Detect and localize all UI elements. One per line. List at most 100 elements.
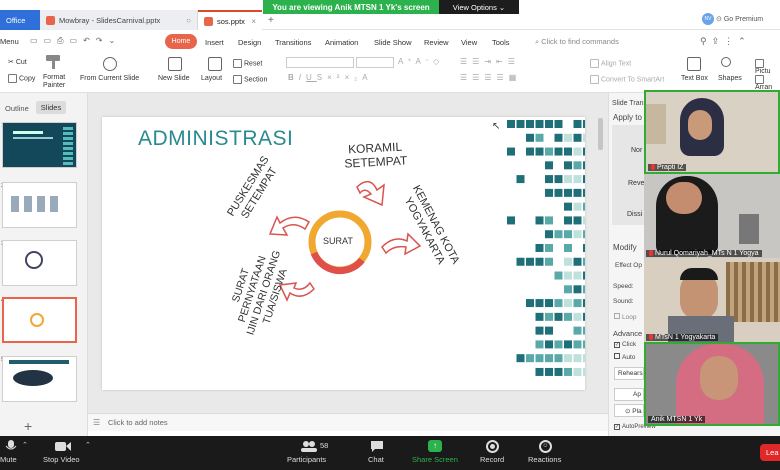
rehearse-button[interactable]: Rehears (614, 367, 644, 380)
pattern-square (545, 175, 553, 184)
slide-thumbnail-5[interactable] (2, 356, 77, 402)
tab-transitions[interactable]: Transitions (275, 38, 311, 47)
stop-video-button[interactable]: Stop Video (43, 455, 80, 464)
record-icon[interactable] (486, 440, 499, 453)
avatar[interactable]: NV (702, 13, 714, 25)
tab-design[interactable]: Design (238, 38, 261, 47)
pattern-square (535, 367, 544, 376)
cut-button[interactable]: ✂ Cut (8, 58, 27, 66)
participants-icon[interactable] (301, 440, 317, 452)
chevron-up-icon[interactable]: ⌃ (22, 441, 28, 449)
current-slide[interactable]: ADMINISTRASI SURAT KORAMIL SETEMPAT PUSKE… (102, 117, 585, 390)
section-button[interactable]: Section (233, 75, 267, 84)
share-screen-icon[interactable]: ↑ (428, 440, 442, 452)
tab-animation[interactable]: Animation (325, 38, 358, 47)
pattern-square (545, 354, 553, 363)
text-box-button[interactable]: Text Box (681, 75, 708, 82)
play-icon[interactable] (103, 57, 117, 71)
close-icon[interactable]: × (251, 17, 256, 26)
add-slide-button[interactable]: + (24, 418, 32, 434)
tab-sos-doc[interactable]: sos.pptx × (198, 10, 262, 30)
tab-mowbray-doc[interactable]: Mowbray - SlidesCarnival.pptx ○ (40, 10, 198, 30)
align-text-button[interactable]: Align Text (590, 59, 631, 68)
reset-button[interactable]: Reset (233, 59, 262, 68)
auto-checkbox[interactable]: Auto (614, 353, 635, 361)
new-slide-icon[interactable] (168, 57, 182, 71)
transition-option-reveal[interactable]: Reve (628, 180, 644, 187)
slides-tab[interactable]: Slides (36, 101, 66, 114)
tab-slide-show[interactable]: Slide Show (374, 38, 412, 47)
arrange-button[interactable]: Arran (755, 75, 780, 91)
view-options-button[interactable]: View Options ⌄ (439, 0, 519, 14)
copy-icon (8, 74, 17, 83)
go-premium-link[interactable]: ⊙ Go Premium (716, 15, 763, 23)
chat-button[interactable]: Chat (368, 455, 384, 464)
video-tile-3[interactable]: MTsN 1 Yogyakarta (644, 258, 780, 342)
apply-button[interactable]: Ap (614, 388, 644, 401)
convert-smartart-button[interactable]: Convert To SmartArt (590, 75, 664, 84)
layout-icon[interactable] (208, 57, 222, 71)
pattern-square (573, 120, 582, 128)
layout-button[interactable]: Layout (201, 75, 222, 82)
on-click-checkbox[interactable]: ✓ Click (614, 341, 636, 348)
notes-placeholder[interactable]: Click to add notes (108, 418, 168, 427)
slide-thumbnail-2[interactable] (2, 182, 77, 228)
share-screen-button[interactable]: Share Screen (412, 455, 458, 464)
alignment-icons[interactable]: ☰☰☰☰▦ (460, 73, 521, 82)
tab-office[interactable]: Office (0, 10, 40, 30)
paragraph-icons[interactable]: ☰☰⇥⇤☰ (460, 57, 520, 66)
quick-access-icons[interactable]: ▭▭⎙▭↶↷⌄ (30, 36, 121, 46)
loop-checkbox[interactable]: Loop (614, 313, 636, 321)
camera-icon[interactable] (55, 441, 71, 453)
tab-home[interactable]: Home (165, 34, 197, 49)
slide-thumbnail-4-selected[interactable] (2, 297, 77, 343)
from-current-slide-button[interactable]: From Current Slide (80, 75, 139, 82)
microphone-icon[interactable] (4, 440, 18, 452)
text-box-icon[interactable] (687, 57, 701, 71)
ribbon-right-icons[interactable]: ⚲⇪⋮⌃ (700, 36, 751, 47)
format-painter-icon[interactable] (46, 55, 60, 69)
tab-view[interactable]: View (461, 38, 477, 47)
shapes-button[interactable]: Shapes (718, 75, 742, 82)
pattern-square (583, 188, 585, 197)
pattern-square (545, 326, 553, 335)
outline-tab[interactable]: Outline (5, 104, 29, 113)
text-format-icons[interactable]: BIUS×²×₂A (288, 73, 373, 82)
copy-button[interactable]: Copy (8, 74, 35, 83)
new-slide-button[interactable]: New Slide (158, 75, 190, 82)
new-tab-icon[interactable]: + (268, 15, 274, 26)
format-painter-button[interactable]: Format Painter (43, 74, 65, 90)
video-tile-2[interactable]: Nurul Qomariyah_MTs N 1 Yogya (644, 174, 780, 258)
reactions-icon[interactable]: ☺ (539, 440, 552, 453)
transition-option-dissolve[interactable]: Dissi (627, 211, 642, 218)
close-icon[interactable]: ○ (186, 16, 191, 25)
chevron-up-icon[interactable]: ⌃ (85, 441, 91, 449)
video-tile-1[interactable]: Prapti IZ (644, 90, 780, 174)
mute-button[interactable]: Mute (0, 455, 17, 464)
slide-thumbnail-1[interactable] (2, 122, 77, 168)
play-button[interactable]: ⊙ Pla (614, 404, 644, 417)
command-search[interactable]: ⌕ Click to find commands (535, 37, 619, 47)
slide-thumbnail-3[interactable] (2, 240, 77, 286)
section-label: Section (244, 76, 268, 84)
canvas-scrollbar[interactable] (598, 118, 603, 150)
tab-review[interactable]: Review (424, 38, 449, 47)
shapes-icon[interactable] (721, 57, 731, 67)
picture-button[interactable]: Pictu (755, 59, 780, 75)
tab-tools[interactable]: Tools (492, 38, 510, 47)
menu-button[interactable]: Menu (0, 37, 19, 46)
reactions-button[interactable]: Reactions (528, 455, 561, 464)
transition-option-normal[interactable]: Nor (631, 147, 642, 154)
leave-button[interactable]: Lea (760, 444, 780, 461)
record-button[interactable]: Record (480, 455, 504, 464)
font-size-icons[interactable]: A⁺A⁻◇ (398, 57, 443, 66)
mouse-cursor-icon: ↖ (492, 121, 501, 132)
video-tile-4-active-speaker[interactable]: Anik MTSN 1 Yk (644, 342, 780, 426)
pattern-square (573, 354, 582, 363)
transition-list[interactable] (612, 125, 644, 225)
font-size-select[interactable] (356, 57, 394, 68)
font-family-select[interactable] (286, 57, 354, 68)
participants-button[interactable]: Participants (287, 455, 326, 464)
tab-insert[interactable]: Insert (205, 38, 224, 47)
chat-icon[interactable] (370, 440, 384, 452)
